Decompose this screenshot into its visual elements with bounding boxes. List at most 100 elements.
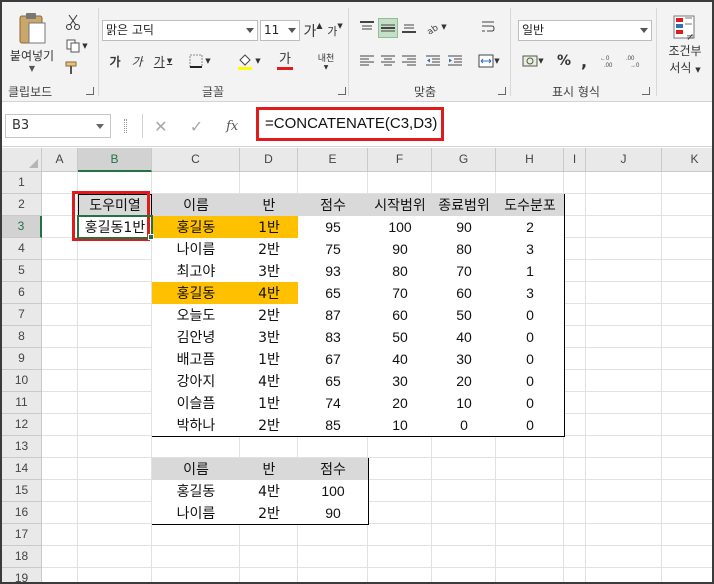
decrease-font-button[interactable]: 가 ▼	[326, 20, 344, 41]
name-box[interactable]: B3	[5, 114, 111, 138]
fill-color-button[interactable]: ▼	[234, 50, 264, 72]
row-header-5[interactable]: 5	[2, 260, 42, 282]
row-header-16[interactable]: 16	[2, 502, 42, 524]
main-table-cell[interactable]: 85	[298, 414, 369, 437]
align-right-button[interactable]	[400, 52, 418, 70]
main-table-header-cell[interactable]: 도수분포	[496, 194, 565, 217]
main-table-header-cell[interactable]: 종료범위	[432, 194, 497, 217]
main-table-cell[interactable]: 10	[432, 392, 497, 415]
select-all-button[interactable]	[2, 148, 42, 172]
row-header-17[interactable]: 17	[2, 524, 42, 546]
main-table-cell[interactable]: 100	[368, 216, 433, 239]
result-table-header-cell[interactable]: 반	[240, 458, 299, 481]
main-table-cell[interactable]: 74	[298, 392, 369, 415]
main-table-cell[interactable]: 10	[368, 414, 433, 437]
column-header-d[interactable]: D	[240, 148, 298, 172]
main-table-cell[interactable]: 이슬픔	[152, 392, 241, 415]
main-table-header-cell[interactable]: 이름	[152, 194, 241, 217]
paste-button[interactable]: 붙여넣기 ▼	[8, 10, 56, 74]
main-table-cell[interactable]: 2반	[240, 238, 299, 261]
main-table-cell[interactable]: 0	[496, 304, 565, 327]
main-table-cell[interactable]: 0	[496, 326, 565, 349]
row-header-14[interactable]: 14	[2, 458, 42, 480]
main-table-cell[interactable]: 4반	[240, 370, 299, 393]
main-table-cell[interactable]: 0	[496, 348, 565, 371]
main-table-header-cell[interactable]: 시작범위	[368, 194, 433, 217]
row-header-9[interactable]: 9	[2, 348, 42, 370]
check-icon[interactable]: ✓	[179, 117, 215, 136]
main-table-cell[interactable]: 홍길동	[152, 216, 241, 239]
row-header-3[interactable]: 3	[2, 216, 42, 238]
column-header-i[interactable]: I	[564, 148, 586, 172]
main-table-cell[interactable]: 83	[298, 326, 369, 349]
result-table-cell[interactable]: 2반	[240, 502, 299, 525]
main-table-cell[interactable]: 20	[432, 370, 497, 393]
font-name-combo[interactable]: 맑은 고딕	[102, 20, 258, 41]
main-table-cell[interactable]: 4반	[240, 282, 299, 305]
main-table-cell[interactable]: 40	[368, 348, 433, 371]
main-table-cell[interactable]: 0	[496, 392, 565, 415]
main-table-cell[interactable]: 1반	[240, 216, 299, 239]
align-bottom-button[interactable]	[400, 18, 418, 36]
increase-font-button[interactable]: 가 ▲	[303, 20, 322, 41]
main-table-cell[interactable]: 65	[298, 370, 369, 393]
align-left-button[interactable]	[358, 52, 376, 70]
main-table-cell[interactable]: 3반	[240, 260, 299, 283]
main-table-cell[interactable]: 70	[432, 260, 497, 283]
result-table-cell[interactable]: 홍길동	[152, 480, 241, 503]
main-table-cell[interactable]: 최고야	[152, 260, 241, 283]
increase-indent-button[interactable]	[446, 52, 464, 70]
copy-button[interactable]: ▼	[62, 36, 92, 56]
main-table-cell[interactable]: 홍길동	[152, 282, 241, 305]
main-table-cell[interactable]: 90	[368, 238, 433, 261]
row-header-12[interactable]: 12	[2, 414, 42, 436]
main-table-cell[interactable]: 0	[496, 370, 565, 393]
result-table-header-cell[interactable]: 점수	[298, 458, 369, 481]
main-table-cell[interactable]: 80	[368, 260, 433, 283]
main-table-cell[interactable]: 배고픔	[152, 348, 241, 371]
main-table-cell[interactable]: 오늘도	[152, 304, 241, 327]
main-table-cell[interactable]: 60	[368, 304, 433, 327]
column-header-h[interactable]: H	[496, 148, 564, 172]
underline-button[interactable]: 가 ▼	[150, 52, 176, 70]
alignment-launcher-icon[interactable]	[498, 87, 506, 95]
main-table-cell[interactable]: 50	[368, 326, 433, 349]
main-table-cell[interactable]: 95	[298, 216, 369, 239]
font-color-button[interactable]: 가	[270, 50, 300, 72]
comma-style-button[interactable]: ,	[576, 52, 592, 71]
cut-button[interactable]	[62, 12, 84, 32]
main-table-cell[interactable]: 나이름	[152, 238, 241, 261]
row-header-13[interactable]: 13	[2, 436, 42, 458]
column-header-j[interactable]: J	[586, 148, 662, 172]
font-launcher-icon[interactable]	[338, 87, 346, 95]
column-header-a[interactable]: A	[42, 148, 78, 172]
main-table-cell[interactable]: 80	[432, 238, 497, 261]
orientation-button[interactable]: ab ▼	[422, 18, 450, 36]
align-middle-button[interactable]	[378, 18, 398, 38]
formula-input[interactable]: =CONCATENATE(C3,D3)	[256, 107, 444, 141]
row-header-11[interactable]: 11	[2, 392, 42, 414]
clipboard-launcher-icon[interactable]	[86, 87, 94, 95]
accounting-format-button[interactable]: ▼	[518, 52, 548, 70]
result-table-cell[interactable]: 100	[298, 480, 369, 503]
merge-center-button[interactable]: ▼	[474, 52, 504, 70]
main-table-cell[interactable]: 1반	[240, 348, 299, 371]
decrease-decimal-button[interactable]: .00 →0	[624, 52, 648, 70]
insert-function-icon[interactable]: fx	[214, 119, 250, 134]
row-header-4[interactable]: 4	[2, 238, 42, 260]
bold-button[interactable]: 가	[106, 52, 124, 70]
main-table-cell[interactable]: 30	[432, 348, 497, 371]
main-table-cell[interactable]: 87	[298, 304, 369, 327]
main-table-cell[interactable]: 1반	[240, 392, 299, 415]
main-table-cell[interactable]: 2	[496, 216, 565, 239]
main-table-cell[interactable]: 3반	[240, 326, 299, 349]
phonetic-button[interactable]: 내천 ▼	[310, 50, 342, 72]
main-table-header-cell[interactable]: 반	[240, 194, 299, 217]
row-header-15[interactable]: 15	[2, 480, 42, 502]
main-table-cell[interactable]: 김안녕	[152, 326, 241, 349]
main-table-cell[interactable]: 93	[298, 260, 369, 283]
column-header-k[interactable]: K	[662, 148, 712, 172]
row-header-6[interactable]: 6	[2, 282, 42, 304]
main-table-cell[interactable]: 0	[496, 414, 565, 437]
main-table-header-cell[interactable]: 점수	[298, 194, 369, 217]
